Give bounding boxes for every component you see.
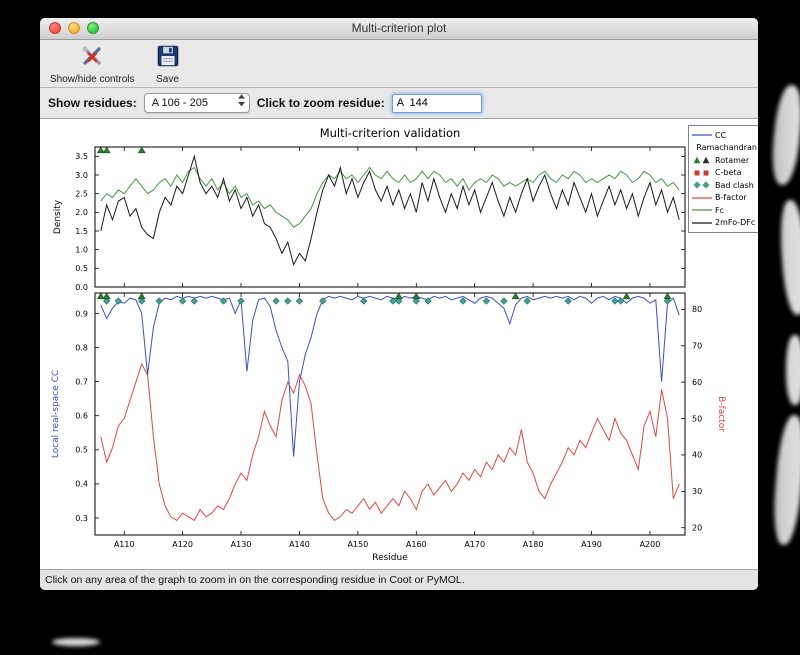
legend-label: CC (715, 130, 727, 140)
legend-label: B-factor (715, 193, 747, 203)
legend-item: Ramachandran (691, 142, 757, 155)
stepper-arrows-icon (237, 93, 246, 113)
svg-text:2.0: 2.0 (75, 208, 88, 217)
svg-text:A190: A190 (581, 540, 602, 549)
legend-item: Rotamer (691, 154, 757, 167)
svg-text:A200: A200 (640, 540, 661, 549)
svg-text:0.5: 0.5 (75, 264, 88, 273)
multi-criterion-chart[interactable]: Multi-criterion validation 0.0 0.5 1.0 1.5 2.… (40, 119, 758, 569)
legend-item: Bad clash (691, 179, 757, 192)
background-artifact (786, 335, 800, 405)
zoom-residue-label: Click to zoom residue: (256, 96, 385, 110)
background-artifact (778, 199, 800, 316)
legend-item: Fc (691, 204, 757, 217)
svg-text:1.5: 1.5 (75, 227, 88, 236)
legend-label: Rotamer (715, 155, 750, 165)
legend-marker-line (692, 209, 712, 211)
svg-text:60: 60 (692, 378, 702, 387)
svg-text:0.9: 0.9 (75, 309, 88, 318)
legend-marker-diamonds (693, 181, 710, 189)
svg-text:A130: A130 (231, 540, 252, 549)
background-artifact (52, 638, 100, 646)
svg-text:0.5: 0.5 (75, 446, 88, 455)
title-bar[interactable]: Multi-criterion plot (40, 18, 758, 40)
legend-item: 2mFo-DFc (691, 217, 757, 230)
svg-text:1.0: 1.0 (75, 245, 88, 254)
svg-text:Density: Density (53, 199, 63, 234)
svg-text:0.0: 0.0 (75, 283, 88, 292)
save-button[interactable]: Save (151, 42, 185, 86)
svg-text:A120: A120 (172, 540, 193, 549)
toolbar: Show/hide controls Save (40, 40, 758, 88)
svg-text:40: 40 (692, 451, 702, 460)
legend-label: Fc (715, 205, 724, 215)
legend-marker-squares (694, 170, 709, 176)
svg-text:A160: A160 (406, 540, 427, 549)
zoom-residue-input[interactable] (391, 93, 482, 113)
window-title: Multi-criterion plot (351, 21, 447, 35)
show-residues-label: Show residues: (48, 96, 137, 110)
background-artifact (768, 83, 800, 187)
svg-text:2.5: 2.5 (75, 189, 88, 198)
legend-label: Ramachandran (696, 143, 757, 153)
legend-item: CC (691, 129, 757, 142)
legend-label: C-beta (715, 168, 742, 178)
svg-text:Local real-space CC: Local real-space CC (51, 370, 61, 458)
zoom-window-button[interactable] (87, 22, 99, 34)
save-label: Save (156, 73, 179, 85)
show-hide-controls-label: Show/hide controls (50, 73, 135, 85)
tools-icon (79, 43, 105, 74)
svg-text:80: 80 (692, 305, 702, 314)
svg-text:A140: A140 (289, 540, 310, 549)
plot-area: Multi-criterion validation 0.0 0.5 1.0 1.5 2.… (40, 119, 758, 569)
svg-text:50: 50 (692, 414, 702, 423)
svg-text:Multi-criterion validation: Multi-criterion validation (320, 126, 461, 140)
show-residues-select[interactable]: A 106 - 205 (143, 93, 250, 113)
legend-marker-line (692, 222, 712, 224)
svg-text:3.0: 3.0 (75, 171, 88, 180)
svg-text:0.8: 0.8 (75, 343, 88, 352)
svg-text:Residue: Residue (372, 553, 408, 563)
svg-text:0.4: 0.4 (75, 480, 88, 489)
controls-bar: Show residues: A 106 - 205 Click to zoom… (40, 88, 758, 119)
legend-marker-line (692, 197, 712, 199)
legend-marker-circles (691, 143, 694, 153)
svg-text:3.5: 3.5 (75, 152, 88, 161)
multi-criterion-plot-window: Multi-criterion plot Show/hide controls (40, 18, 758, 590)
minimize-button[interactable] (68, 22, 80, 34)
svg-text:70: 70 (692, 342, 702, 351)
svg-text:A170: A170 (464, 540, 485, 549)
legend-label: 2mFo-DFc (715, 218, 756, 228)
traffic-lights (49, 22, 99, 34)
svg-text:30: 30 (692, 487, 702, 496)
show-hide-controls-button[interactable]: Show/hide controls (46, 42, 139, 86)
status-bar: Click on any area of the graph to zoom i… (40, 569, 758, 590)
legend-label: Bad clash (715, 180, 754, 190)
svg-text:A150: A150 (347, 540, 368, 549)
svg-text:20: 20 (692, 524, 702, 533)
svg-text:A110: A110 (114, 540, 135, 549)
chart-legend: CC Ramachandran Rotamer C-beta Bad clash B-fa… (688, 125, 758, 233)
save-icon (155, 43, 181, 74)
legend-item: C-beta (691, 167, 757, 180)
svg-text:0.7: 0.7 (75, 377, 88, 386)
legend-item: B-factor (691, 192, 757, 205)
legend-marker-triangles (693, 157, 710, 164)
close-button[interactable] (49, 22, 61, 34)
svg-text:0.3: 0.3 (75, 514, 88, 523)
desktop-background: Multi-criterion plot Show/hide controls (0, 0, 800, 655)
svg-text:A180: A180 (523, 540, 544, 549)
residue-range-value: A 106 - 205 (151, 97, 208, 109)
background-artifact (770, 414, 800, 546)
legend-marker-line (692, 134, 712, 136)
svg-text:B-factor: B-factor (716, 396, 726, 432)
svg-text:0.6: 0.6 (75, 412, 88, 421)
